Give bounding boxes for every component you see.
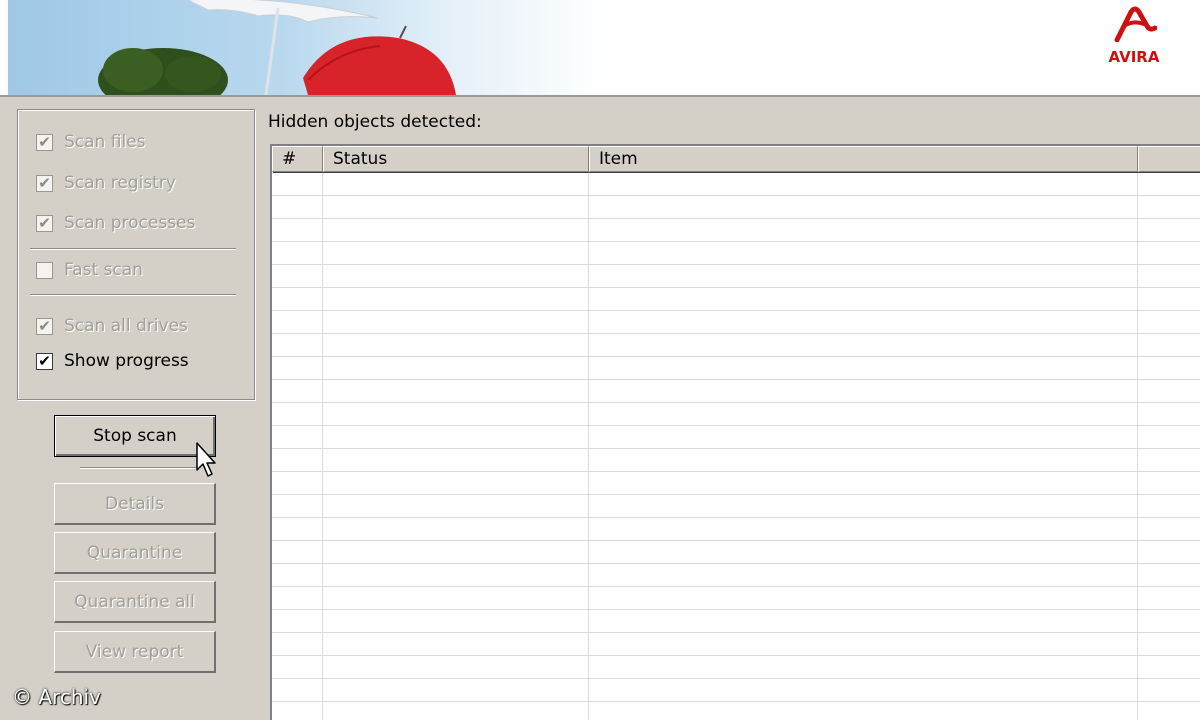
options-divider-2 (30, 294, 236, 296)
avira-logo: AVIRA (1104, 6, 1164, 70)
grid-column-line (1137, 173, 1138, 720)
logo-text: AVIRA (1108, 48, 1160, 66)
hidden-objects-title: Hidden objects detected: (268, 112, 482, 132)
scan-files-option[interactable]: ✔ Scan files (36, 131, 145, 153)
scan-registry-option[interactable]: ✔ Scan registry (36, 172, 176, 194)
options-divider-1 (30, 248, 236, 250)
column-header-number[interactable]: # (272, 146, 323, 172)
grid-column-line (322, 173, 323, 720)
column-header-status[interactable]: Status (323, 146, 589, 172)
scan-all-drives-label: Scan all drives (64, 316, 188, 336)
show-progress-option[interactable]: ✔ Show progress (36, 350, 189, 372)
buttons-divider (80, 467, 200, 469)
list-grid-rows (272, 173, 1200, 720)
scan-processes-checkbox[interactable]: ✔ (36, 214, 53, 232)
scan-processes-label: Scan processes (64, 213, 196, 233)
header-banner: AVIRA (0, 0, 1200, 97)
show-progress-checkbox[interactable]: ✔ (36, 352, 53, 370)
fast-scan-label: Fast scan (64, 260, 143, 280)
details-button[interactable]: Details (54, 483, 216, 525)
scan-registry-checkbox[interactable]: ✔ (36, 174, 53, 192)
scan-files-checkbox[interactable]: ✔ (36, 133, 53, 151)
scan-all-drives-option[interactable]: ✔ Scan all drives (36, 315, 188, 337)
scan-files-label: Scan files (64, 132, 146, 152)
quarantine-button[interactable]: Quarantine (54, 532, 216, 574)
umbrella-photo-illustration (98, 0, 456, 95)
avira-umbrella-logo-icon (1114, 6, 1158, 43)
column-header-filler (1138, 146, 1200, 172)
hidden-objects-list[interactable]: # Status Item (270, 144, 1200, 720)
banner-photo (8, 0, 608, 95)
scan-registry-label: Scan registry (64, 173, 176, 193)
arrow-pointer-icon (196, 442, 216, 477)
view-report-button[interactable]: View report (54, 631, 216, 673)
scan-processes-option[interactable]: ✔ Scan processes (36, 212, 195, 234)
fast-scan-checkbox[interactable] (36, 261, 53, 279)
grid-column-line (588, 173, 589, 720)
show-progress-label: Show progress (64, 351, 189, 371)
fast-scan-option[interactable]: Fast scan (36, 259, 143, 281)
quarantine-all-button[interactable]: Quarantine all (54, 581, 216, 623)
stop-scan-button[interactable]: Stop scan (54, 415, 216, 457)
column-header-item[interactable]: Item (589, 146, 1138, 172)
copyright-watermark: © Archiv (12, 685, 101, 709)
scan-all-drives-checkbox[interactable]: ✔ (36, 317, 53, 335)
